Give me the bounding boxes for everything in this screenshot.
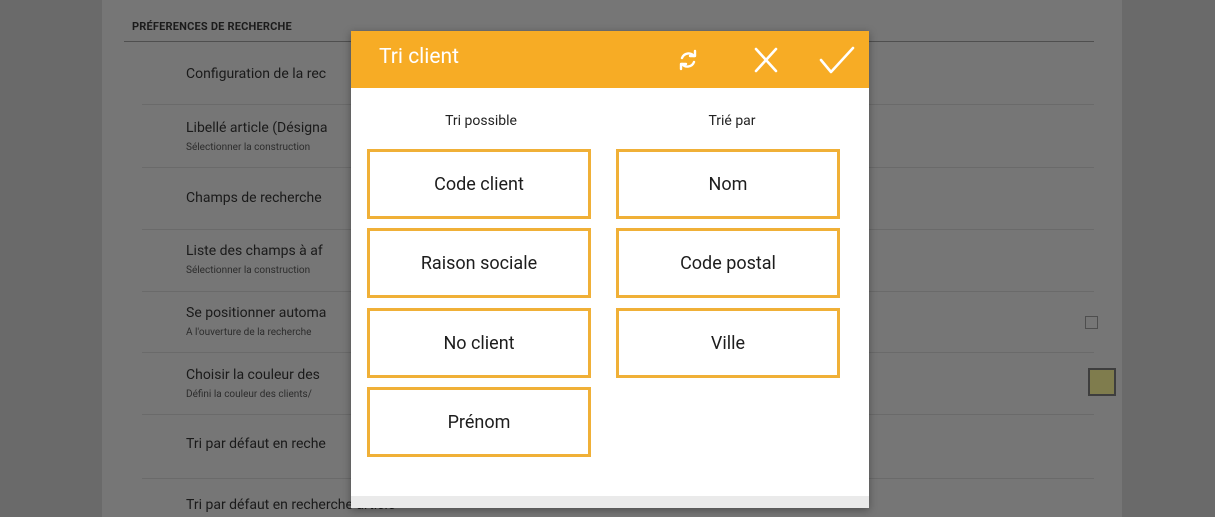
check-icon[interactable]: [818, 45, 856, 75]
possible-column-title: Tri possible: [445, 113, 517, 129]
left-margin: [0, 0, 102, 517]
possible-sort-raison-sociale[interactable]: Raison sociale: [367, 228, 591, 298]
color-swatch[interactable]: [1088, 368, 1116, 396]
right-margin: [1122, 0, 1215, 517]
section-header: PRÉFERENCES DE RECHERCHE: [132, 20, 292, 33]
pref-title: Champs de recherche: [186, 190, 322, 206]
pref-subtitle: A l'ouverture de la recherche: [186, 327, 312, 338]
pref-subtitle: Sélectionner la construction: [186, 265, 311, 276]
auto-position-checkbox[interactable]: [1085, 316, 1098, 329]
sort-dialog: Tri client Tri possible Trié par Code cl…: [351, 31, 869, 508]
possible-sort-code-client[interactable]: Code client: [367, 149, 591, 219]
pref-title: Se positionner automa: [186, 305, 327, 321]
pref-title: Libellé article (Désigna: [186, 120, 328, 136]
dialog-title: Tri client: [379, 45, 460, 69]
pref-title: Configuration de la rec: [186, 66, 327, 82]
dialog-footer: [351, 496, 869, 508]
sorted-by-ville[interactable]: Ville: [616, 308, 840, 378]
pref-title: Choisir la couleur des: [186, 367, 320, 383]
pref-subtitle: Sélectionner la construction: [186, 142, 311, 153]
possible-sort-prenom[interactable]: Prénom: [367, 387, 591, 457]
dialog-header: Tri client: [351, 31, 869, 88]
pref-subtitle: Défini la couleur des clients/: [186, 389, 312, 400]
sorted-by-code-postal[interactable]: Code postal: [616, 228, 840, 298]
pref-title: Tri par défaut en reche: [186, 436, 326, 452]
pref-title: Liste des champs à af: [186, 243, 323, 259]
close-icon[interactable]: [751, 45, 781, 75]
sorted-by-nom[interactable]: Nom: [616, 149, 840, 219]
possible-sort-no-client[interactable]: No client: [367, 308, 591, 378]
sorted-column-title: Trié par: [708, 113, 756, 129]
refresh-icon[interactable]: [673, 45, 703, 75]
